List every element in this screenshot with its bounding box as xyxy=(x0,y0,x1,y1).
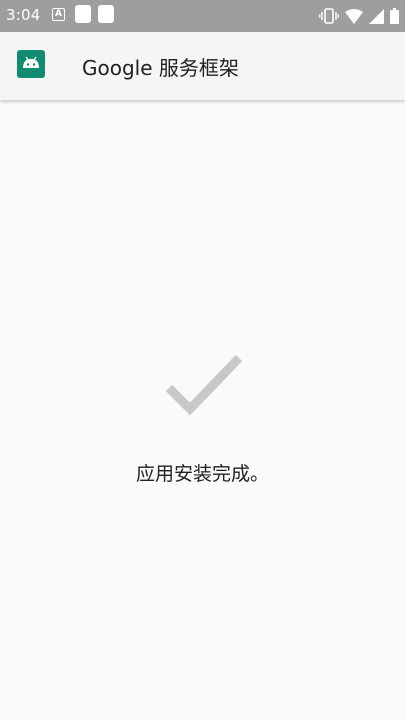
status-icons xyxy=(319,4,399,28)
checkmark-icon xyxy=(165,354,243,416)
done-button[interactable] xyxy=(268,636,358,662)
app-title: Google 服务框架 xyxy=(82,56,239,80)
app-bar: Google 服务框架 xyxy=(0,32,405,100)
vibrate-icon xyxy=(319,8,339,24)
signal-icon xyxy=(369,8,384,24)
notification-a-icon: A xyxy=(52,8,65,21)
install-complete-message: 应用安装完成。 xyxy=(135,463,269,485)
notification-square-icon xyxy=(75,5,91,23)
wifi-icon xyxy=(345,8,363,24)
android-icon xyxy=(17,50,45,78)
battery-icon xyxy=(390,8,399,24)
status-time: 3:04 xyxy=(6,6,41,24)
status-bar: 3:04 A xyxy=(0,0,405,32)
notification-square-icon xyxy=(98,5,114,23)
